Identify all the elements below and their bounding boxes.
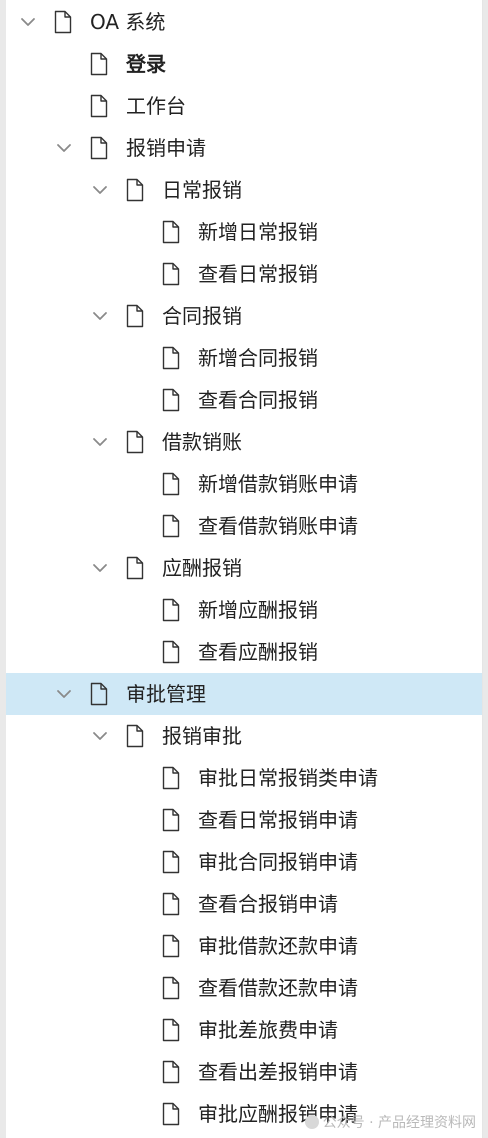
- tree-row[interactable]: 查看应酬报销: [6, 631, 482, 673]
- wechat-icon: [304, 1115, 319, 1129]
- document-icon: [160, 597, 182, 623]
- chevron-down-icon[interactable]: [90, 726, 110, 746]
- page-tree-panel: OA 系统登录工作台报销申请日常报销新增日常报销 查看日常报销合同报销新增合同报销…: [6, 0, 483, 1138]
- tree-row[interactable]: 日常报销: [6, 169, 482, 211]
- tree-row-label: 审批差旅费申请: [198, 1018, 338, 1042]
- tree-row[interactable]: 查看借款销账申请: [6, 505, 482, 547]
- tree-row[interactable]: 查看借款还款申请: [6, 967, 482, 1009]
- document-icon: [124, 429, 146, 455]
- document-icon: [160, 639, 182, 665]
- tree-row-label: 审批借款还款申请: [198, 934, 358, 958]
- document-icon: [160, 765, 182, 791]
- document-icon: [160, 891, 182, 917]
- document-icon: [160, 345, 182, 371]
- tree-row[interactable]: 应酬报销: [6, 547, 482, 589]
- tree-row-label: 审批合同报销申请: [198, 850, 358, 874]
- chevron-down-icon[interactable]: [54, 684, 74, 704]
- chevron-down-icon[interactable]: [90, 306, 110, 326]
- tree-row-label: 应酬报销: [162, 556, 242, 580]
- tree-row-label: 查看出差报销申请: [198, 1060, 358, 1084]
- tree-row[interactable]: 登录: [6, 43, 482, 85]
- tree-row-label: 借款销账: [162, 430, 242, 454]
- tree-row-label: 工作台: [126, 94, 186, 118]
- tree-row[interactable]: 审批差旅费申请: [6, 1009, 482, 1051]
- document-icon: [160, 807, 182, 833]
- document-icon: [160, 1101, 182, 1127]
- tree-row-label: 查看合报销申请: [198, 892, 338, 916]
- chevron-down-icon[interactable]: [90, 180, 110, 200]
- document-icon: [124, 723, 146, 749]
- chevron-down-icon[interactable]: [54, 138, 74, 158]
- document-icon: [160, 1059, 182, 1085]
- document-icon: [160, 513, 182, 539]
- document-icon: [88, 93, 110, 119]
- tree-row-label: 新增应酬报销: [198, 598, 318, 622]
- tree-row-label: 合同报销: [162, 304, 242, 328]
- tree-row[interactable]: 新增合同报销: [6, 337, 482, 379]
- document-icon: [160, 849, 182, 875]
- tree-row-label: 查看合同报销: [198, 388, 318, 412]
- watermark: 公众号 · 产品经理资料网: [304, 1112, 476, 1132]
- document-icon: [124, 303, 146, 329]
- tree-row[interactable]: 报销审批: [6, 715, 482, 757]
- document-icon: [88, 681, 110, 707]
- document-icon: [88, 135, 110, 161]
- tree-row-label: 新增借款销账申请: [198, 472, 358, 496]
- tree-row-label: 日常报销: [162, 178, 242, 202]
- tree-row-label: 查看日常报销: [198, 262, 318, 286]
- tree-row-label: 查看借款销账申请: [198, 514, 358, 538]
- document-icon: [52, 9, 74, 35]
- tree-row[interactable]: 报销申请: [6, 127, 482, 169]
- tree-row[interactable]: OA 系统: [6, 1, 482, 43]
- tree-row[interactable]: 查看合同报销: [6, 379, 482, 421]
- tree-row[interactable]: 借款销账: [6, 421, 482, 463]
- tree-row[interactable]: 新增借款销账申请: [6, 463, 482, 505]
- tree-row-label: 新增合同报销: [198, 346, 318, 370]
- tree-row-label: 审批管理: [126, 682, 206, 706]
- tree-row[interactable]: 工作台: [6, 85, 482, 127]
- tree-row-label: 审批日常报销类申请: [198, 766, 378, 790]
- chevron-down-icon[interactable]: [90, 432, 110, 452]
- document-icon: [124, 177, 146, 203]
- tree-row-label: 新增日常报销: [198, 220, 318, 244]
- tree-row[interactable]: 新增应酬报销: [6, 589, 482, 631]
- chevron-down-icon[interactable]: [18, 12, 38, 32]
- tree-row[interactable]: 审批日常报销类申请: [6, 757, 482, 799]
- document-icon: [88, 51, 110, 77]
- tree-row[interactable]: 审批管理: [6, 673, 482, 715]
- tree-row[interactable]: 审批合同报销申请: [6, 841, 482, 883]
- tree-row-label: 查看应酬报销: [198, 640, 318, 664]
- tree-row[interactable]: 查看出差报销申请: [6, 1051, 482, 1093]
- document-icon: [160, 387, 182, 413]
- document-icon: [160, 471, 182, 497]
- tree-row[interactable]: 审批借款还款申请: [6, 925, 482, 967]
- document-icon: [160, 975, 182, 1001]
- tree-row[interactable]: 查看日常报销: [6, 253, 482, 295]
- document-icon: [160, 933, 182, 959]
- tree-row-label: 报销审批: [162, 724, 242, 748]
- document-icon: [124, 555, 146, 581]
- tree-row[interactable]: 新增日常报销: [6, 211, 482, 253]
- tree-row-label: 查看日常报销申请: [198, 808, 358, 832]
- tree-row-label: 查看借款还款申请: [198, 976, 358, 1000]
- watermark-text: 公众号 · 产品经理资料网: [322, 1115, 476, 1131]
- tree-row-label: OA 系统: [90, 10, 166, 34]
- tree-row-label: 登录: [126, 52, 166, 76]
- tree-row[interactable]: 查看日常报销申请: [6, 799, 482, 841]
- chevron-down-icon[interactable]: [90, 558, 110, 578]
- document-icon: [160, 219, 182, 245]
- tree-row[interactable]: 查看合报销申请: [6, 883, 482, 925]
- tree-row-label: 报销申请: [126, 136, 206, 160]
- document-icon: [160, 261, 182, 287]
- document-icon: [160, 1017, 182, 1043]
- tree-row[interactable]: 合同报销: [6, 295, 482, 337]
